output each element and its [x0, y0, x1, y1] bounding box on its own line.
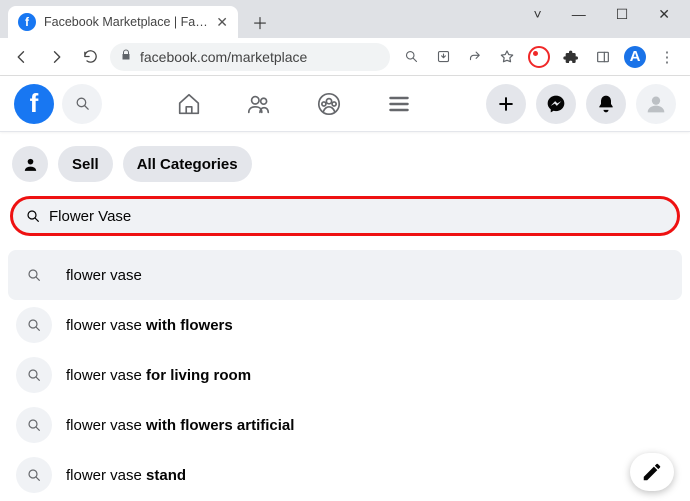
- side-panel-icon[interactable]: [592, 46, 614, 68]
- marketplace-search[interactable]: [10, 196, 680, 236]
- facebook-favicon: f: [18, 13, 36, 31]
- search-icon: [16, 257, 52, 293]
- new-tab-button[interactable]: ＋: [246, 8, 274, 36]
- suggestion-text: flower vase stand: [66, 467, 186, 484]
- search-suggestions: flower vase flower vase with flowers flo…: [0, 244, 690, 501]
- you-button[interactable]: [12, 146, 48, 182]
- suggestion-item[interactable]: flower vase stand: [8, 450, 682, 500]
- search-page-icon[interactable]: [400, 46, 422, 68]
- omnibox[interactable]: facebook.com/marketplace: [110, 43, 390, 71]
- marketplace-search-input[interactable]: [49, 208, 665, 225]
- extensions-puzzle-icon[interactable]: [560, 46, 582, 68]
- search-icon: [16, 307, 52, 343]
- friends-icon[interactable]: [245, 90, 273, 118]
- search-icon: [25, 208, 41, 224]
- chevron-down-icon[interactable]: ˅: [534, 6, 542, 22]
- tab-title: Facebook Marketplace | Facebook: [44, 15, 208, 29]
- facebook-header: f: [0, 76, 690, 132]
- home-icon[interactable]: [175, 90, 203, 118]
- kebab-menu-icon[interactable]: ⋮: [656, 46, 678, 68]
- messenger-button[interactable]: [536, 84, 576, 124]
- center-nav: [102, 90, 486, 118]
- groups-icon[interactable]: [315, 90, 343, 118]
- url-text: facebook.com/marketplace: [140, 49, 307, 65]
- suggestion-item[interactable]: flower vase for living room: [8, 350, 682, 400]
- suggestion-item[interactable]: flower vase: [8, 250, 682, 300]
- lock-icon: [120, 49, 132, 64]
- suggestion-text: flower vase for living room: [66, 367, 251, 384]
- right-nav: [486, 84, 676, 124]
- sell-button[interactable]: Sell: [58, 146, 113, 182]
- all-categories-button[interactable]: All Categories: [123, 146, 252, 182]
- menu-icon[interactable]: [385, 90, 413, 118]
- new-message-fab[interactable]: [630, 453, 674, 491]
- suggestion-item[interactable]: flower vase with flowers: [8, 300, 682, 350]
- install-icon[interactable]: [432, 46, 454, 68]
- back-button[interactable]: [8, 43, 36, 71]
- close-window-icon[interactable]: ✕: [658, 6, 670, 23]
- minimize-icon[interactable]: ―: [572, 6, 586, 22]
- marketplace-bar: Sell All Categories: [0, 132, 690, 192]
- browser-tab[interactable]: f Facebook Marketplace | Facebook ✕: [8, 6, 238, 38]
- bookmark-star-icon[interactable]: [496, 46, 518, 68]
- address-bar: facebook.com/marketplace A ⋮: [0, 38, 690, 76]
- search-icon: [16, 357, 52, 393]
- profile-avatar[interactable]: A: [624, 46, 646, 68]
- forward-button[interactable]: [42, 43, 70, 71]
- close-tab-icon[interactable]: ✕: [216, 14, 228, 31]
- search-icon: [16, 407, 52, 443]
- suggestion-item[interactable]: flower vase with flowers artificial: [8, 400, 682, 450]
- facebook-logo[interactable]: f: [14, 84, 54, 124]
- suggestion-text: flower vase with flowers artificial: [66, 417, 294, 434]
- account-button[interactable]: [636, 84, 676, 124]
- create-button[interactable]: [486, 84, 526, 124]
- notifications-button[interactable]: [586, 84, 626, 124]
- record-extension-icon[interactable]: [528, 46, 550, 68]
- window-controls: ˅ ― ☐ ✕: [514, 0, 690, 28]
- share-icon[interactable]: [464, 46, 486, 68]
- search-icon: [16, 457, 52, 493]
- suggestion-text: flower vase: [66, 267, 142, 284]
- reload-button[interactable]: [76, 43, 104, 71]
- toolbar-icons: A ⋮: [396, 46, 682, 68]
- suggestion-text: flower vase with flowers: [66, 317, 233, 334]
- maximize-icon[interactable]: ☐: [616, 6, 629, 23]
- facebook-search-button[interactable]: [62, 84, 102, 124]
